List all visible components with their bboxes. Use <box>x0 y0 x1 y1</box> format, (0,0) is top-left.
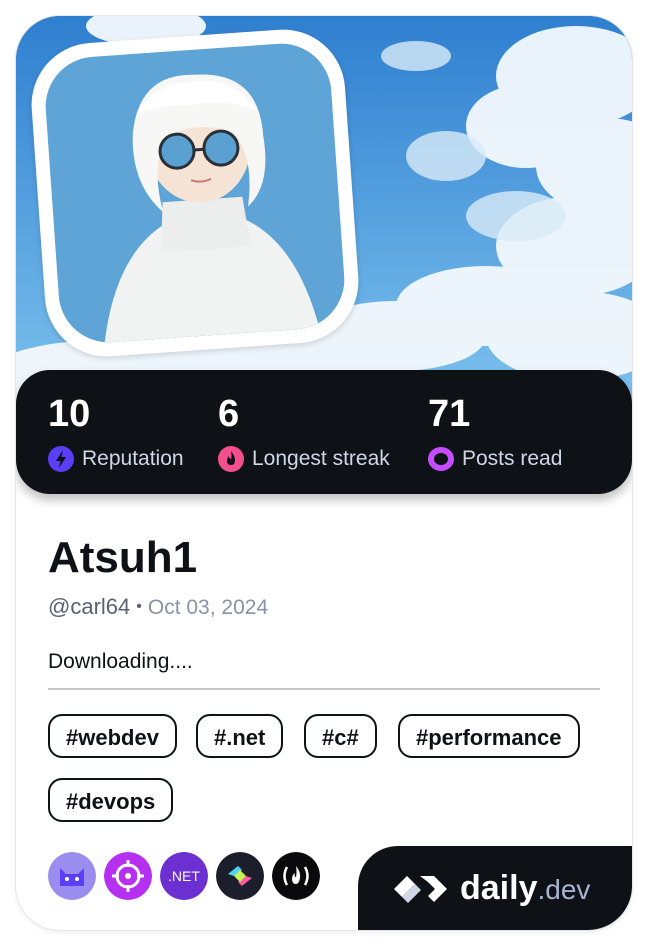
daily-dev-logo-icon <box>394 876 447 903</box>
cover-image <box>16 16 632 416</box>
profile-bio: Downloading.... <box>48 650 193 673</box>
profile-card: 10 Reputation 6 Longest streak 71 Posts … <box>16 16 632 930</box>
profile-name: Atsuh1 <box>48 533 198 582</box>
profile-handle: @carl64 <box>48 594 131 619</box>
tag-chip[interactable]: #c# <box>304 714 377 758</box>
bolt-icon <box>48 446 74 472</box>
brand-wordmark: daily.dev <box>460 868 590 910</box>
tag-chip[interactable]: #webdev <box>48 714 177 758</box>
joined-date: Oct 03, 2024 <box>147 596 269 619</box>
cat-source-icon[interactable] <box>48 852 96 900</box>
stat-reputation: 10 Reputation <box>48 392 184 472</box>
stat-longest-streak: 6 Longest streak <box>218 392 390 472</box>
streak-value: 6 <box>218 393 240 435</box>
stat-posts-read: 71 Posts read <box>428 392 562 472</box>
tag-chip[interactable]: #performance <box>398 714 580 758</box>
freecodecamp-source-icon[interactable] <box>272 852 320 900</box>
divider <box>48 688 600 690</box>
daily-dev-brand[interactable]: daily.dev <box>358 846 632 930</box>
avatar-illustration <box>42 40 348 346</box>
tag-chip[interactable]: #.net <box>196 714 284 758</box>
avatar <box>42 40 348 346</box>
avatar-frame <box>27 25 363 361</box>
profile-meta: @carl64 • Oct 03, 2024 <box>48 594 268 620</box>
svg-text:.NET: .NET <box>168 868 200 884</box>
posts-read-label: Posts read <box>462 447 563 470</box>
posts-read-value: 71 <box>428 393 471 435</box>
stats-bar: 10 Reputation 6 Longest streak 71 Posts … <box>16 370 632 494</box>
brand-name: daily <box>460 869 538 907</box>
tag-chip[interactable]: #devops <box>48 778 174 822</box>
eye-ring-icon <box>428 447 454 471</box>
streak-label: Longest streak <box>252 447 390 470</box>
flame-icon <box>218 446 244 472</box>
reputation-value: 10 <box>48 393 91 435</box>
dev-tools-source-icon[interactable] <box>216 852 264 900</box>
separator-dot: • <box>136 598 142 615</box>
target-source-icon[interactable] <box>104 852 152 900</box>
brand-suffix: .dev <box>537 874 591 905</box>
dotnet-source-icon[interactable]: .NET <box>160 852 208 900</box>
reputation-label: Reputation <box>82 447 184 470</box>
